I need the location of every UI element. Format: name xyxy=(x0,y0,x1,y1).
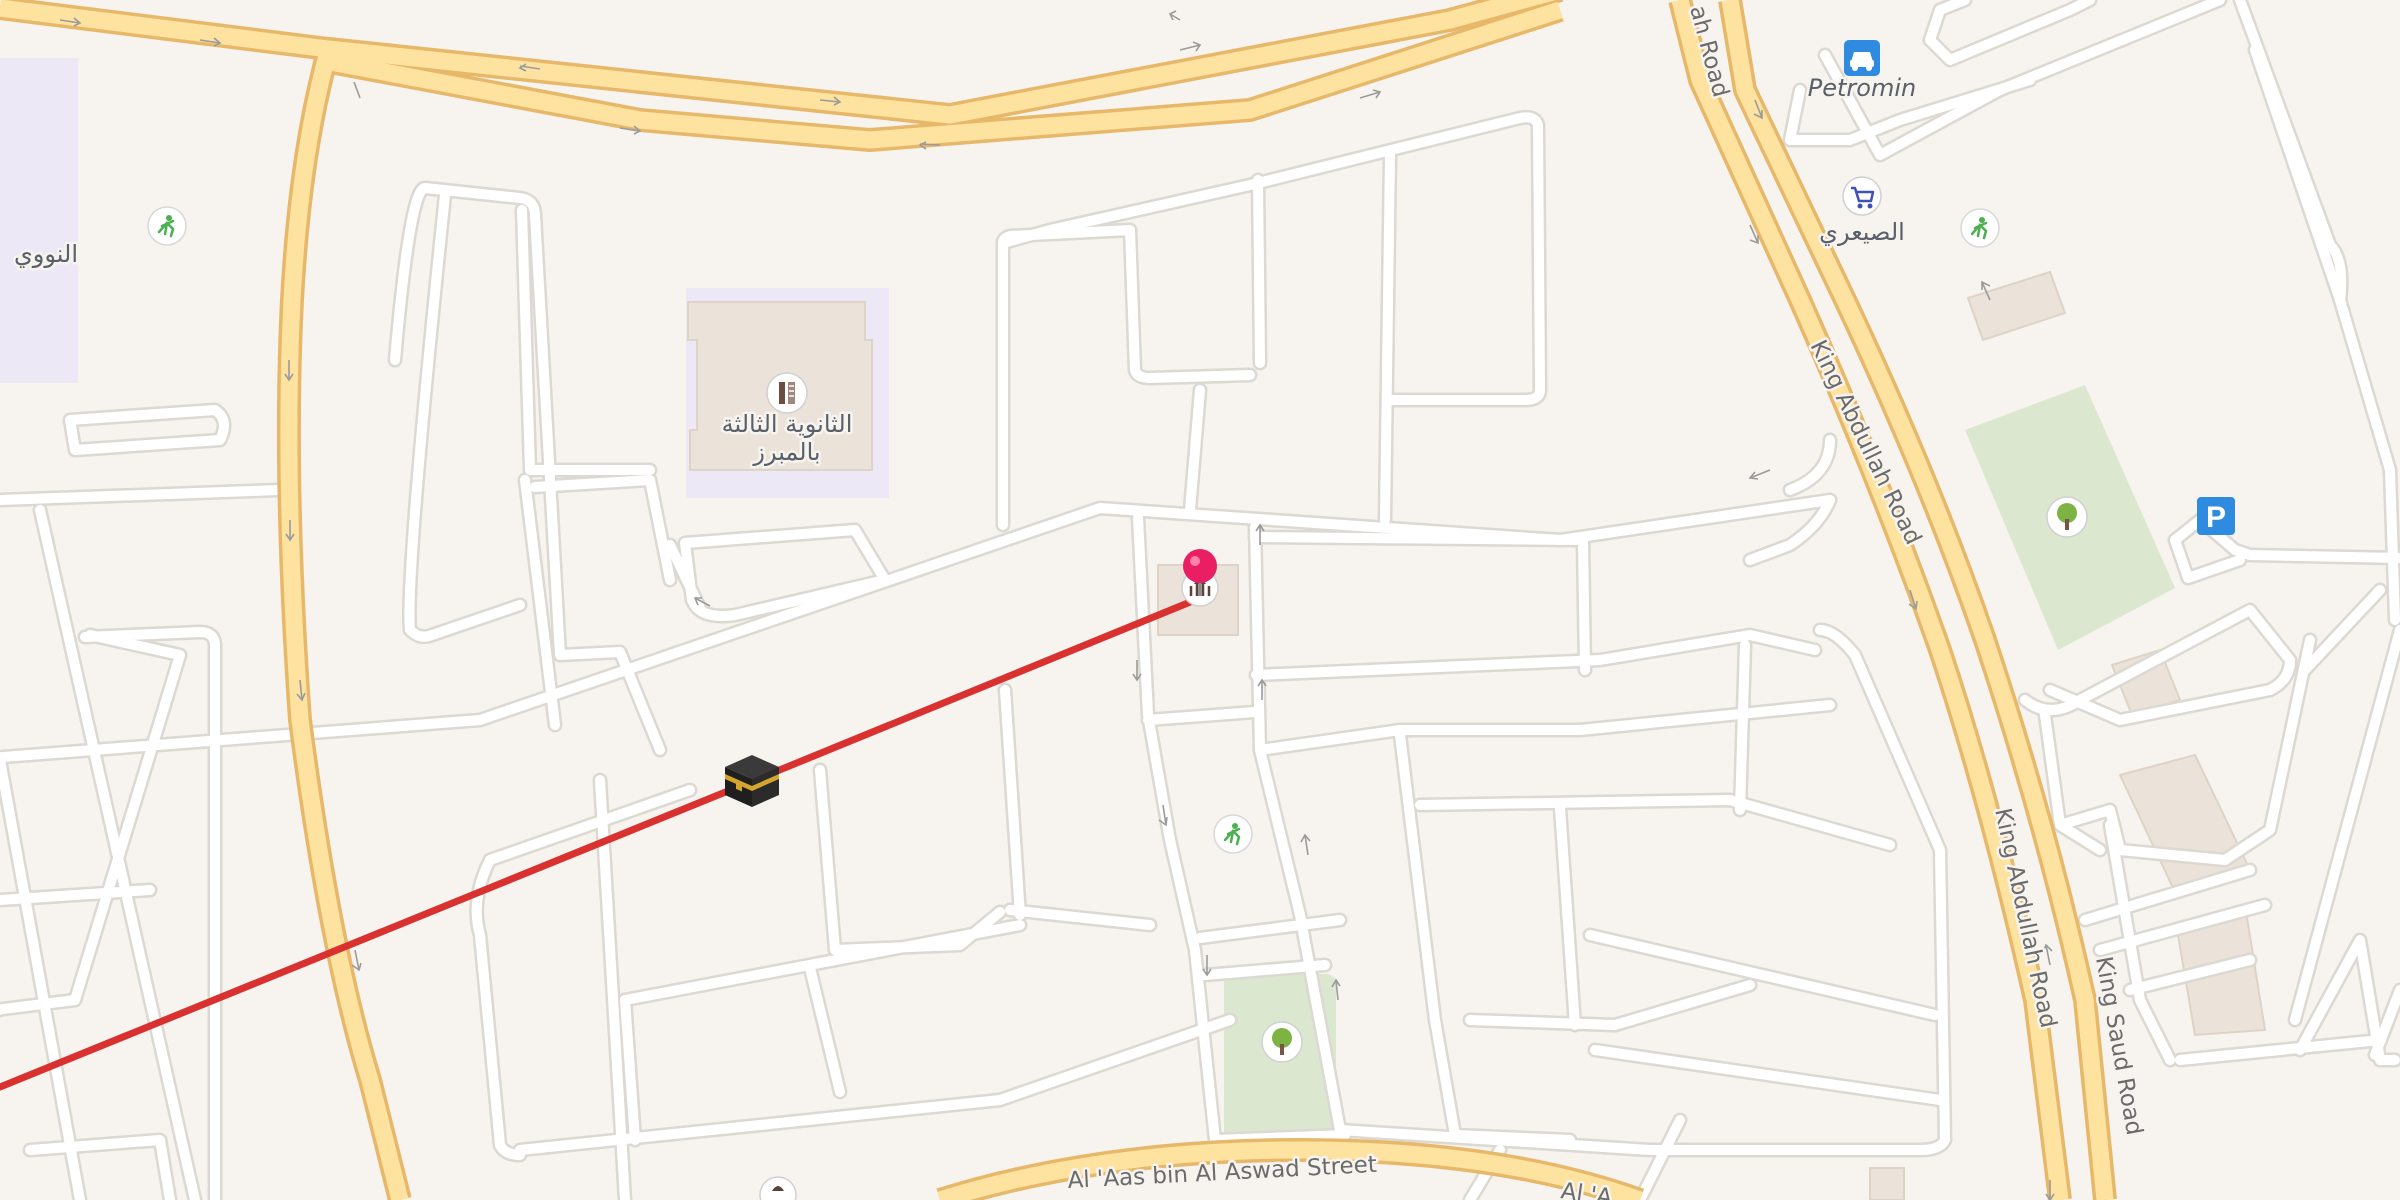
park-icon[interactable] xyxy=(2046,496,2088,538)
school-grounds-left xyxy=(0,58,78,383)
building-bottom-right xyxy=(1869,1167,1905,1200)
parking-glyph: P xyxy=(2206,501,2226,534)
car-service-icon[interactable] xyxy=(1844,40,1880,76)
playground-icon[interactable] xyxy=(1213,814,1253,854)
shopping-cart-icon[interactable] xyxy=(1842,176,1882,216)
left-edge-label: النووي xyxy=(14,240,78,268)
parking-icon[interactable]: P xyxy=(2197,497,2235,535)
school-name-line2: بالمبرز xyxy=(752,438,820,466)
supermarket-label: الصيعري xyxy=(1819,218,1905,246)
map-canvas[interactable]: ah Road King Abdullah Road King Abdullah… xyxy=(0,0,2400,1200)
petromin-label: Petromin xyxy=(1808,74,1916,102)
playground-icon[interactable] xyxy=(147,206,187,246)
school-name-line1: الثانوية الثالثة xyxy=(722,410,853,438)
park-icon[interactable] xyxy=(1261,1021,1303,1063)
playground-icon[interactable] xyxy=(1960,208,2000,248)
school-icon[interactable] xyxy=(766,372,808,414)
